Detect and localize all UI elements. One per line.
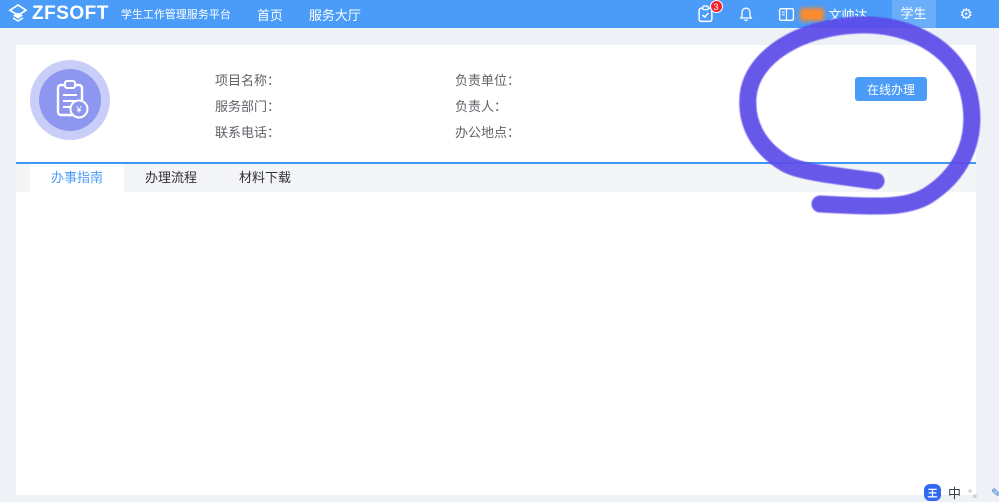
ime-mode-indicator[interactable]: 中 (948, 483, 961, 502)
header-right-cluster: 3 文帅达 学生 ⚙ (697, 0, 973, 28)
ime-logo-icon[interactable]: 王 (924, 484, 941, 501)
top-header: ZFSOFT 学生工作管理服务平台 首页 服务大厅 3 (0, 0, 999, 28)
settings-gear-icon[interactable]: ⚙ (960, 7, 973, 22)
tab-content-empty (16, 192, 976, 495)
field-office-location: 办公地点： (455, 122, 520, 141)
field-contact-phone: 联系电话： (215, 122, 280, 141)
field-person-in-charge: 负责人： (455, 96, 507, 115)
todo-count-badge: 3 (710, 0, 723, 13)
zfsoft-logo-icon (8, 4, 28, 24)
nav-item-home[interactable]: 首页 (257, 5, 283, 24)
brand-name: ZFSOFT (32, 3, 109, 25)
service-avatar: ¥ (30, 60, 110, 140)
ime-pen-icon[interactable]: ✎ (991, 486, 999, 500)
bell-icon (738, 6, 754, 23)
todo-button[interactable]: 3 (697, 5, 714, 23)
field-service-department: 服务部门： (215, 96, 280, 115)
role-tab-student[interactable]: 学生 (892, 0, 936, 28)
nav-item-service-hall[interactable]: 服务大厅 (309, 5, 361, 24)
user-name: 文帅达 (829, 5, 868, 24)
redacted-org-name (800, 8, 824, 21)
handbook-icon (778, 7, 795, 22)
service-detail-panel: ¥ 项目名称： 服务部门： 联系电话： 负责单位： 负责人： 办公地点： 在线办… (16, 45, 976, 495)
main-nav: 首页 服务大厅 (257, 5, 361, 24)
user-info[interactable]: 文帅达 (778, 5, 868, 24)
ime-tools-icon[interactable]: °。 (968, 485, 984, 500)
brand-subtitle: 学生工作管理服务平台 (121, 6, 231, 22)
tab-material-download[interactable]: 材料下载 (218, 164, 312, 192)
field-responsible-unit: 负责单位： (455, 70, 520, 89)
detail-tabbar: 办事指南 办理流程 材料下载 (16, 162, 976, 192)
field-project-name: 项目名称： (215, 70, 280, 89)
brand[interactable]: ZFSOFT 学生工作管理服务平台 (8, 3, 231, 25)
online-process-button[interactable]: 在线办理 (855, 77, 927, 101)
tab-guide[interactable]: 办事指南 (30, 164, 124, 192)
ime-toolbar[interactable]: 王 中 °。 ✎ (924, 483, 999, 502)
svg-text:¥: ¥ (75, 105, 82, 115)
tab-process[interactable]: 办理流程 (124, 164, 218, 192)
clipboard-yuan-icon: ¥ (39, 69, 101, 131)
notifications-button[interactable] (738, 6, 754, 23)
